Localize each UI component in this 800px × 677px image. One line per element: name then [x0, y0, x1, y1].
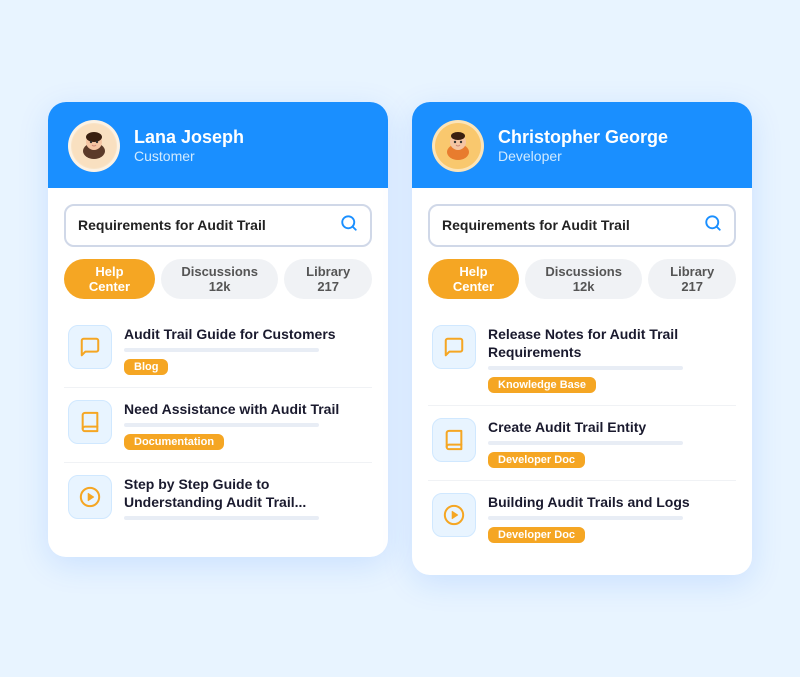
- tab-discussions-12k[interactable]: Discussions 12k: [161, 259, 278, 299]
- result-content: Create Audit Trail Entity Developer Doc: [488, 418, 732, 468]
- user-role: Customer: [134, 148, 244, 164]
- result-title: Audit Trail Guide for Customers: [124, 325, 368, 343]
- tab-help-center[interactable]: Help Center: [64, 259, 155, 299]
- result-bar: [124, 423, 319, 427]
- result-content: Release Notes for Audit Trail Requiremen…: [488, 325, 732, 393]
- result-item: Create Audit Trail Entity Developer Doc: [428, 406, 736, 481]
- result-title: Need Assistance with Audit Trail: [124, 400, 368, 418]
- result-item: Need Assistance with Audit Trail Documen…: [64, 388, 372, 463]
- card-header: Lana Joseph Customer: [48, 102, 388, 188]
- result-title: Step by Step Guide to Understanding Audi…: [124, 475, 368, 511]
- avatar: [68, 120, 120, 172]
- result-list: Release Notes for Audit Trail Requiremen…: [428, 313, 736, 556]
- tab-help-center[interactable]: Help Center: [428, 259, 519, 299]
- result-tag: Knowledge Base: [488, 377, 596, 393]
- result-bar: [488, 516, 683, 520]
- search-input[interactable]: [78, 217, 340, 233]
- tab-discussions-12k[interactable]: Discussions 12k: [525, 259, 642, 299]
- result-tag: Blog: [124, 359, 168, 375]
- result-tag: Documentation: [124, 434, 224, 450]
- user-info: Christopher George Developer: [498, 127, 668, 165]
- cards-container: Lana Joseph Customer Help Center Discuss…: [18, 62, 782, 616]
- result-item: Audit Trail Guide for Customers Blog: [64, 313, 372, 388]
- result-content: Building Audit Trails and Logs Developer…: [488, 493, 732, 543]
- card-body: Help Center Discussions 12k Library 217 …: [48, 188, 388, 558]
- result-item: Release Notes for Audit Trail Requiremen…: [428, 313, 736, 406]
- result-icon-play: [432, 493, 476, 537]
- avatar: [432, 120, 484, 172]
- result-icon-play: [68, 475, 112, 519]
- card-body: Help Center Discussions 12k Library 217 …: [412, 188, 752, 576]
- result-tag: Developer Doc: [488, 452, 585, 468]
- card-header: Christopher George Developer: [412, 102, 752, 188]
- result-item: Building Audit Trails and Logs Developer…: [428, 481, 736, 555]
- result-tag: Developer Doc: [488, 527, 585, 543]
- tab-library-217[interactable]: Library 217: [284, 259, 372, 299]
- card-lana: Lana Joseph Customer Help Center Discuss…: [48, 102, 388, 558]
- result-title: Building Audit Trails and Logs: [488, 493, 732, 511]
- search-bar[interactable]: [428, 204, 736, 247]
- result-bar: [124, 348, 319, 352]
- user-info: Lana Joseph Customer: [134, 127, 244, 165]
- result-bar: [488, 366, 683, 370]
- result-content: Audit Trail Guide for Customers Blog: [124, 325, 368, 375]
- result-icon-chat: [432, 325, 476, 369]
- result-content: Need Assistance with Audit Trail Documen…: [124, 400, 368, 450]
- result-bar: [488, 441, 683, 445]
- result-icon-book: [432, 418, 476, 462]
- search-input[interactable]: [442, 217, 704, 233]
- result-title: Create Audit Trail Entity: [488, 418, 732, 436]
- result-icon-book: [68, 400, 112, 444]
- user-name: Lana Joseph: [134, 127, 244, 149]
- result-icon-chat: [68, 325, 112, 369]
- result-content: Step by Step Guide to Understanding Audi…: [124, 475, 368, 525]
- search-bar[interactable]: [64, 204, 372, 247]
- user-name: Christopher George: [498, 127, 668, 149]
- search-icon[interactable]: [704, 214, 722, 237]
- result-title: Release Notes for Audit Trail Requiremen…: [488, 325, 732, 361]
- user-role: Developer: [498, 148, 668, 164]
- result-bar: [124, 516, 319, 520]
- tabs: Help Center Discussions 12k Library 217: [428, 259, 736, 299]
- tabs: Help Center Discussions 12k Library 217: [64, 259, 372, 299]
- card-chris: Christopher George Developer Help Center…: [412, 102, 752, 576]
- tab-library-217[interactable]: Library 217: [648, 259, 736, 299]
- search-icon[interactable]: [340, 214, 358, 237]
- result-list: Audit Trail Guide for Customers Blog Nee…: [64, 313, 372, 538]
- result-item: Step by Step Guide to Understanding Audi…: [64, 463, 372, 537]
